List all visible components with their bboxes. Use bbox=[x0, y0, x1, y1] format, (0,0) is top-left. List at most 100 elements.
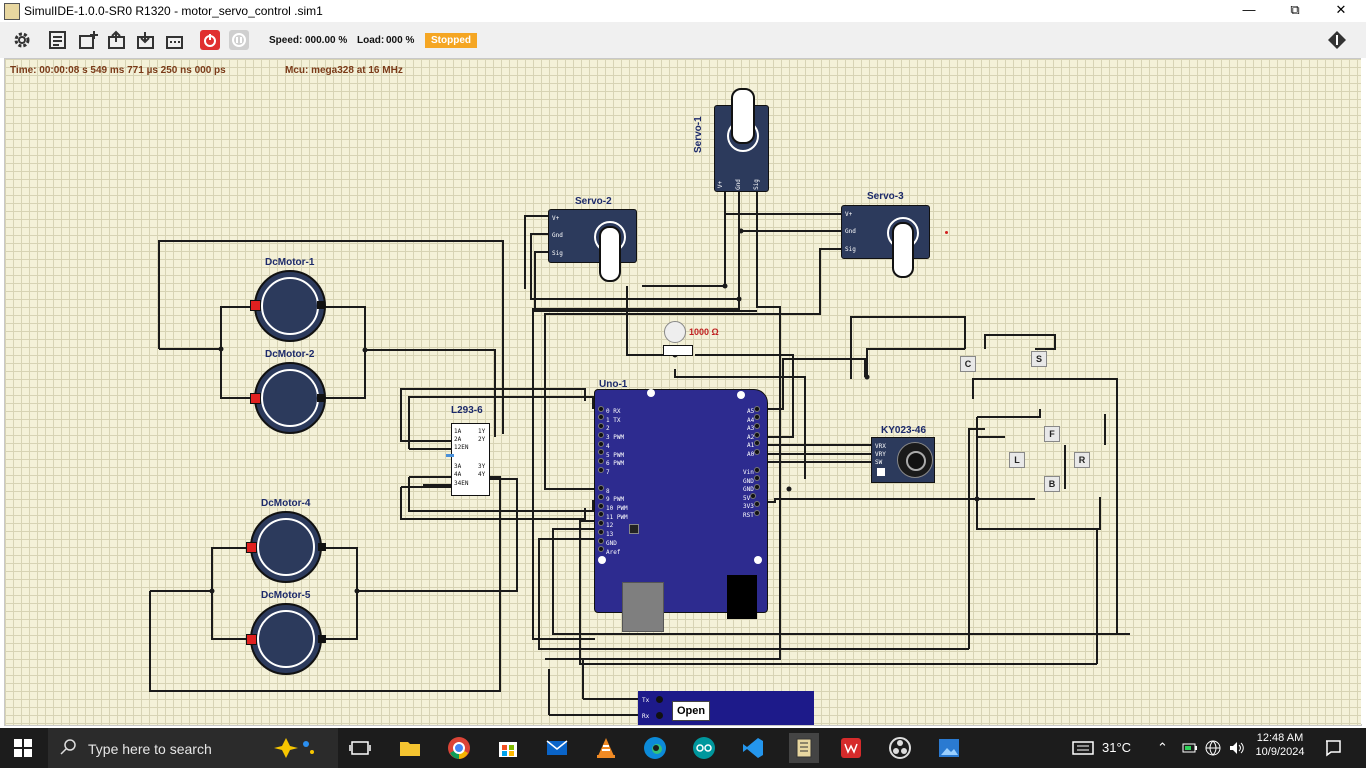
dcmotor-2-terminal-positive bbox=[250, 393, 261, 404]
windows-start-icon[interactable] bbox=[14, 739, 32, 757]
potentiometer-knob-icon[interactable] bbox=[664, 321, 686, 343]
system-clock[interactable]: 12:48 AM 10/9/2024 bbox=[1252, 732, 1308, 758]
maximize-button[interactable]: ⧉ bbox=[1272, 0, 1318, 22]
vertical-scrollbar[interactable] bbox=[1361, 58, 1366, 724]
ky023-joystick[interactable]: VRX VRY SW bbox=[871, 437, 935, 483]
task-view-icon[interactable] bbox=[348, 736, 372, 760]
uno-digital-pin-dot[interactable] bbox=[598, 546, 604, 553]
button-b[interactable]: B bbox=[1044, 476, 1060, 492]
volume-icon[interactable] bbox=[1228, 740, 1244, 756]
vlc-icon[interactable] bbox=[594, 736, 618, 760]
pause-icon[interactable] bbox=[228, 29, 250, 51]
photos-app-icon[interactable] bbox=[937, 736, 961, 760]
uno-power-jack bbox=[727, 575, 757, 619]
save-as-icon[interactable] bbox=[164, 29, 186, 51]
l293-pin-2y: 2Y bbox=[478, 436, 486, 443]
title-bar: SimulIDE-1.0.0-SR0 R1320 - motor_servo_c… bbox=[0, 0, 1366, 22]
l293-pin-3a: 3A bbox=[454, 463, 462, 470]
new-circuit-icon[interactable] bbox=[77, 29, 99, 51]
serial-open-button[interactable]: Open bbox=[672, 701, 710, 721]
l293-pin-34en: 34EN bbox=[454, 480, 469, 487]
serial-tx-label: Tx bbox=[642, 697, 650, 704]
button-c[interactable]: C bbox=[960, 356, 976, 372]
load-value: 000 % bbox=[386, 35, 415, 46]
dcmotor-1-terminal-positive bbox=[250, 300, 261, 311]
dcmotor-5[interactable] bbox=[250, 603, 322, 675]
dcmotor-5-terminal-negative bbox=[318, 635, 326, 643]
servo-3-pin-vplus: V+ bbox=[845, 211, 853, 218]
button-f[interactable]: F bbox=[1044, 426, 1060, 442]
wps-office-icon[interactable] bbox=[839, 736, 863, 760]
dcmotor-4-terminal-negative bbox=[318, 543, 326, 551]
button-s[interactable]: S bbox=[1031, 351, 1047, 367]
l293-pin-12en: 12EN bbox=[454, 444, 469, 451]
notification-center-icon[interactable] bbox=[1324, 739, 1342, 757]
uno-digital-pin-label: Aref bbox=[606, 548, 621, 556]
taskbar-search-box[interactable]: Type here to search bbox=[48, 728, 338, 768]
minimize-button[interactable]: — bbox=[1226, 0, 1272, 22]
dcmotor-1[interactable] bbox=[254, 270, 326, 342]
servo-2[interactable]: V+ Gnd Sig bbox=[548, 209, 637, 282]
circuit-list-icon[interactable] bbox=[47, 29, 69, 51]
power-on-icon[interactable] bbox=[199, 29, 221, 51]
uno-reset-button[interactable] bbox=[629, 524, 639, 534]
circuit-canvas[interactable]: Time: 00:00:08 s 549 ms 771 µs 250 ns 00… bbox=[4, 58, 1362, 726]
chrome-icon[interactable] bbox=[447, 736, 471, 760]
serial-tx-led bbox=[656, 696, 663, 703]
dcmotor-2-label: DcMotor-2 bbox=[265, 349, 315, 360]
show-hidden-icons-chevron-icon[interactable]: ⌃ bbox=[1157, 740, 1168, 756]
toolbar: Speed: 000.00 % Load: 000 % Stopped bbox=[0, 22, 1366, 58]
potentiometer-value: 1000 Ω bbox=[689, 327, 719, 337]
network-globe-icon[interactable] bbox=[1205, 740, 1221, 756]
l293-pin-3y: 3Y bbox=[478, 463, 486, 470]
weather-icon[interactable] bbox=[1072, 740, 1094, 756]
open-circuit-icon[interactable] bbox=[106, 29, 128, 51]
simulation-status-badge: Stopped bbox=[425, 33, 477, 48]
servo-2-pin-vplus: V+ bbox=[552, 215, 560, 222]
servo-2-pin-sig: Sig bbox=[552, 250, 563, 257]
potentiometer-body[interactable] bbox=[663, 345, 693, 356]
mail-icon[interactable] bbox=[545, 736, 569, 760]
servo-1[interactable]: V+ Gnd Sig bbox=[714, 88, 769, 192]
joystick-label: KY023-46 bbox=[881, 425, 927, 436]
serial-port[interactable]: Tx Rx Open bbox=[638, 691, 814, 725]
obs-studio-icon[interactable] bbox=[888, 736, 912, 760]
battery-icon[interactable] bbox=[1182, 741, 1198, 755]
dcmotor-2[interactable] bbox=[254, 362, 326, 434]
uno-analog-pin-dot[interactable] bbox=[754, 448, 761, 455]
search-highlight-stars-icon bbox=[266, 736, 322, 760]
serial-rx-led bbox=[656, 712, 663, 719]
simulide-taskbar-icon[interactable] bbox=[789, 733, 819, 763]
servo-3[interactable]: V+ Gnd Sig bbox=[841, 205, 930, 278]
weather-temperature[interactable]: 31°C bbox=[1102, 740, 1131, 755]
close-button[interactable]: ✕ bbox=[1318, 0, 1364, 22]
button-l[interactable]: L bbox=[1009, 452, 1025, 468]
uno-digital-pin-label: 7 bbox=[606, 468, 610, 476]
clock-time: 12:48 AM bbox=[1256, 732, 1304, 744]
file-explorer-icon[interactable] bbox=[398, 736, 422, 760]
joystick-pin-sw: SW bbox=[875, 459, 883, 466]
servo-2-label: Servo-2 bbox=[575, 196, 612, 207]
dcmotor-5-terminal-positive bbox=[246, 634, 257, 645]
settings-gear-icon[interactable] bbox=[11, 29, 33, 51]
vscode-icon[interactable] bbox=[741, 736, 765, 760]
save-circuit-icon[interactable] bbox=[135, 29, 157, 51]
search-placeholder: Type here to search bbox=[88, 741, 212, 757]
button-r[interactable]: R bbox=[1074, 452, 1090, 468]
joystick-pin-vrx: VRX bbox=[875, 443, 886, 450]
l293-driver-chip[interactable]: 1A 2A 12EN 3A 4A 34EN 1Y 2Y 3Y 4Y bbox=[446, 423, 490, 496]
dcmotor-4[interactable] bbox=[250, 511, 322, 583]
info-diamond-icon[interactable] bbox=[1326, 29, 1348, 51]
red-marker bbox=[945, 231, 948, 234]
edge-icon[interactable] bbox=[643, 736, 667, 760]
arduino-ide-icon[interactable] bbox=[692, 736, 716, 760]
servo-1-label: Servo-1 bbox=[693, 116, 704, 153]
window-title: SimulIDE-1.0.0-SR0 R1320 - motor_servo_c… bbox=[24, 4, 323, 18]
uno-power-pin-dot[interactable] bbox=[753, 509, 760, 516]
microsoft-store-icon[interactable] bbox=[496, 736, 520, 760]
dcmotor-4-terminal-positive bbox=[246, 542, 257, 553]
uno-digital-pin-dot[interactable] bbox=[598, 466, 604, 473]
servo-3-pin-sig: Sig bbox=[845, 246, 856, 253]
servo-3-pin-gnd: Gnd bbox=[845, 228, 856, 235]
l293-label: L293-6 bbox=[451, 405, 483, 416]
